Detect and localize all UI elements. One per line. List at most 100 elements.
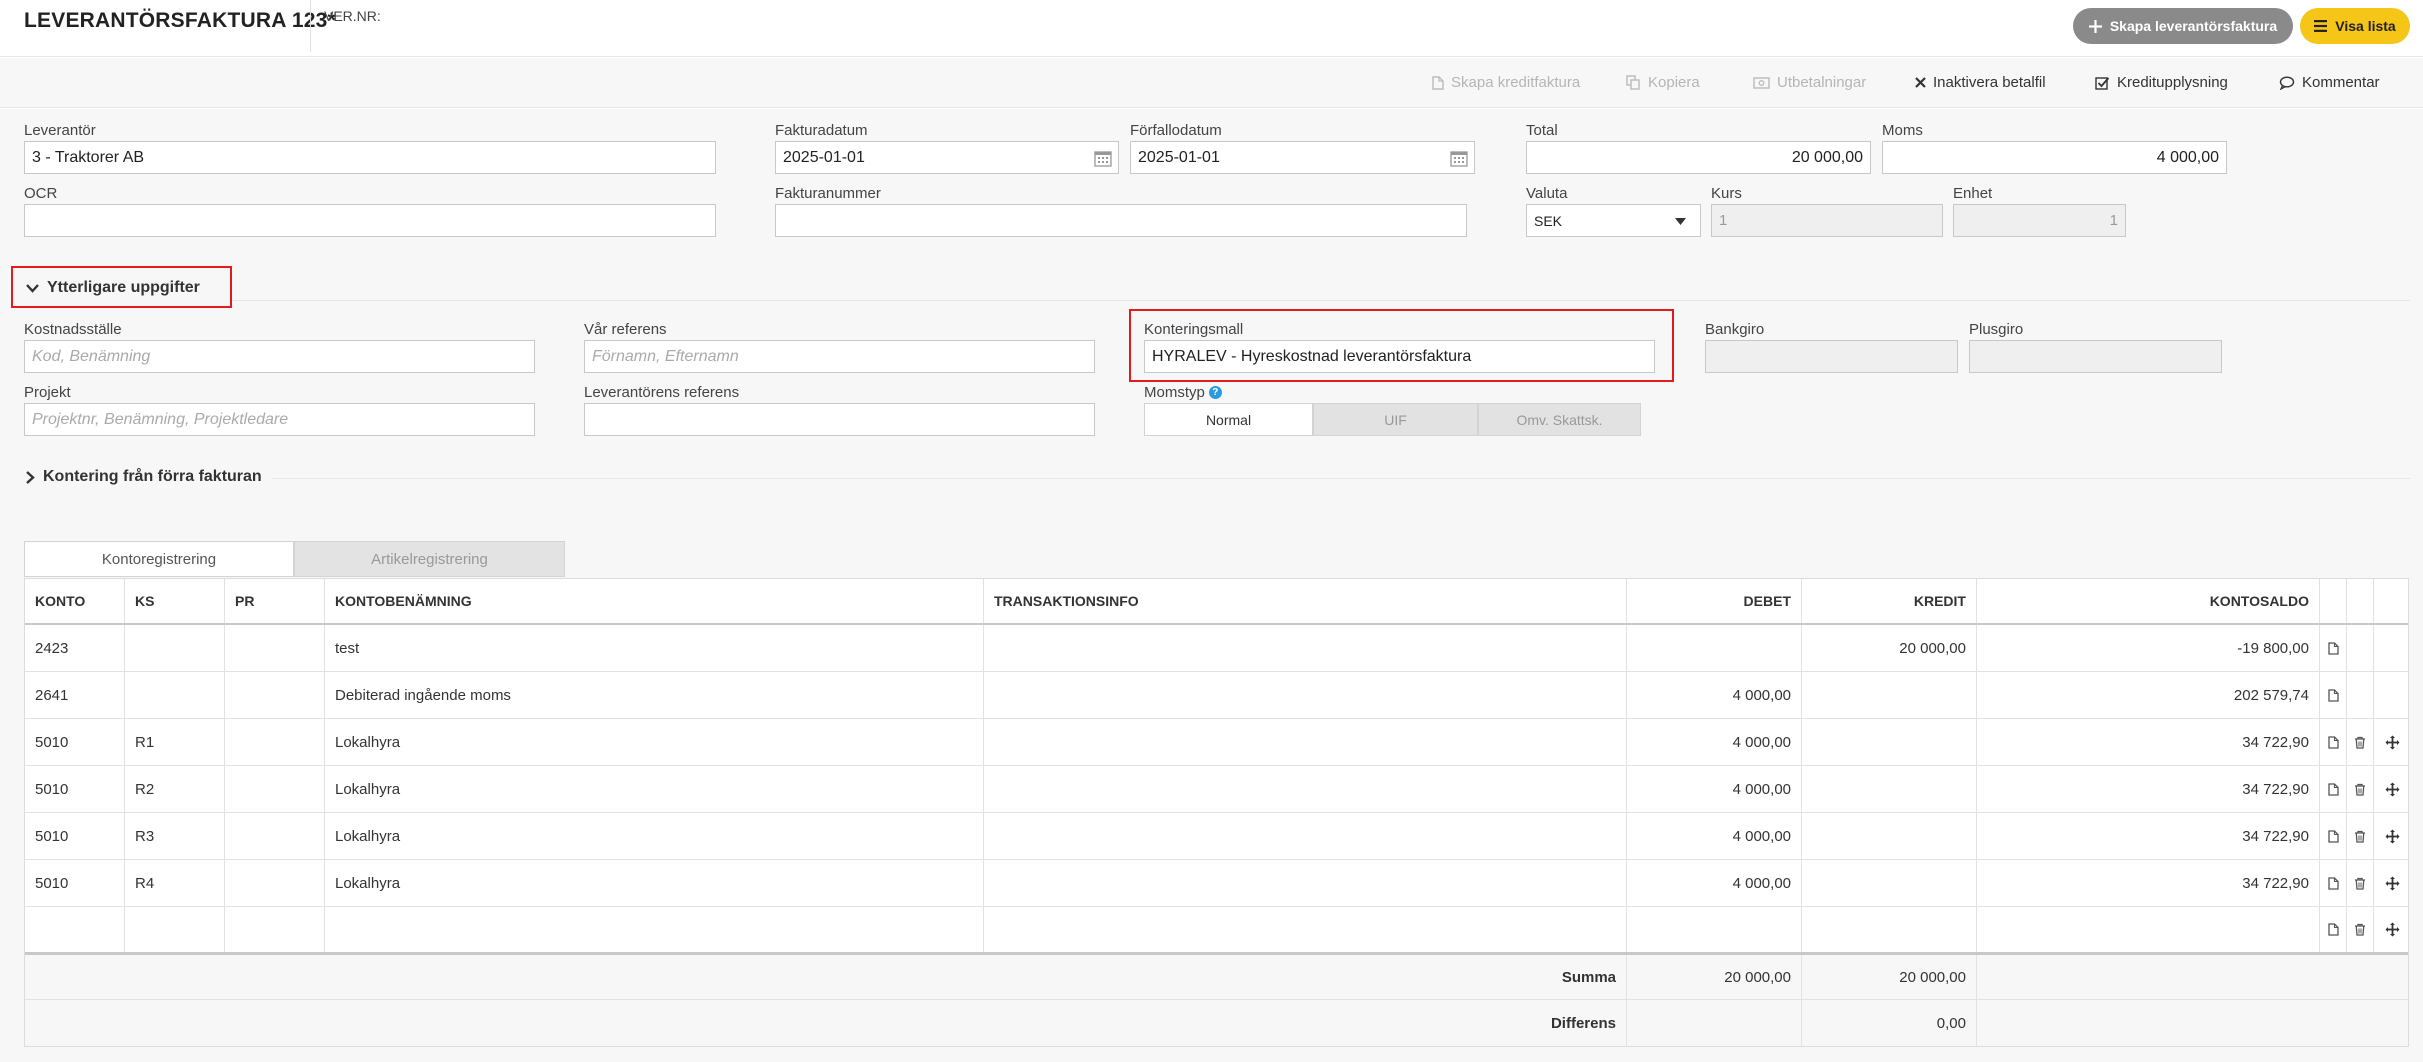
supplier-input[interactable]: 3 - Traktorer AB bbox=[24, 141, 716, 174]
cell-project[interactable] bbox=[225, 625, 325, 671]
row-document-button[interactable] bbox=[2320, 719, 2347, 765]
vat-type-reverse-charge[interactable]: Omv. Skattsk. bbox=[1478, 403, 1641, 436]
cell-transaction-info[interactable] bbox=[984, 813, 1627, 859]
project-input[interactable]: Projektnr, Benämning, Projektledare bbox=[24, 403, 535, 436]
table-row[interactable]: 5010 R4 Lokalhyra 4 000,00 34 722,90 bbox=[25, 860, 2408, 907]
calendar-icon[interactable] bbox=[1450, 149, 1468, 167]
cell-credit[interactable] bbox=[1802, 860, 1977, 906]
posting-template-input[interactable]: HYRALEV - Hyreskostnad leverantörsfaktur… bbox=[1144, 340, 1655, 373]
row-move-handle[interactable] bbox=[2374, 625, 2410, 671]
help-icon[interactable]: ? bbox=[1208, 386, 1222, 399]
cell-debit[interactable] bbox=[1627, 907, 1802, 952]
tab-article-registration[interactable]: Artikelregistrering bbox=[294, 541, 565, 577]
cell-account[interactable]: 2423 bbox=[25, 625, 125, 671]
cell-transaction-info[interactable] bbox=[984, 907, 1627, 952]
cell-project[interactable] bbox=[225, 813, 325, 859]
row-document-button[interactable] bbox=[2320, 766, 2347, 812]
row-delete-button[interactable] bbox=[2347, 625, 2374, 671]
row-delete-button[interactable] bbox=[2347, 766, 2374, 812]
cell-credit[interactable] bbox=[1802, 766, 1977, 812]
cost-center-input[interactable]: Kod, Benämning bbox=[24, 340, 535, 373]
cell-credit[interactable]: 20 000,00 bbox=[1802, 625, 1977, 671]
supplier-reference-input[interactable] bbox=[584, 403, 1095, 436]
cell-account[interactable] bbox=[25, 907, 125, 952]
cell-project[interactable] bbox=[225, 719, 325, 765]
table-row[interactable]: 5010 R2 Lokalhyra 4 000,00 34 722,90 bbox=[25, 766, 2408, 813]
cell-debit[interactable]: 4 000,00 bbox=[1627, 719, 1802, 765]
cell-credit[interactable] bbox=[1802, 813, 1977, 859]
row-delete-button[interactable] bbox=[2347, 907, 2374, 952]
row-move-handle[interactable] bbox=[2374, 813, 2410, 859]
cell-account-name[interactable]: test bbox=[325, 625, 984, 671]
due-date-input[interactable]: 2025-01-01 bbox=[1130, 141, 1475, 174]
cell-cost-center[interactable] bbox=[125, 625, 225, 671]
cell-cost-center[interactable]: R4 bbox=[125, 860, 225, 906]
create-supplier-invoice-button[interactable]: Skapa leverantörsfaktura bbox=[2073, 8, 2293, 44]
cell-cost-center[interactable]: R1 bbox=[125, 719, 225, 765]
credit-check-action[interactable]: Kreditupplysning bbox=[2095, 74, 2228, 91]
cell-cost-center[interactable]: R2 bbox=[125, 766, 225, 812]
create-credit-invoice-action[interactable]: Skapa kreditfaktura bbox=[1432, 74, 1580, 91]
cell-transaction-info[interactable] bbox=[984, 860, 1627, 906]
row-move-handle[interactable] bbox=[2374, 907, 2410, 952]
table-row[interactable] bbox=[25, 907, 2408, 954]
row-delete-button[interactable] bbox=[2347, 719, 2374, 765]
table-row[interactable]: 5010 R3 Lokalhyra 4 000,00 34 722,90 bbox=[25, 813, 2408, 860]
cell-credit[interactable] bbox=[1802, 719, 1977, 765]
vat-type-normal[interactable]: Normal bbox=[1144, 403, 1313, 436]
cell-cost-center[interactable] bbox=[125, 672, 225, 718]
cell-transaction-info[interactable] bbox=[984, 625, 1627, 671]
cell-debit[interactable] bbox=[1627, 625, 1802, 671]
cell-account[interactable]: 5010 bbox=[25, 766, 125, 812]
vat-type-uif[interactable]: UIF bbox=[1313, 403, 1478, 436]
cell-account-name[interactable]: Lokalhyra bbox=[325, 860, 984, 906]
row-move-handle[interactable] bbox=[2374, 719, 2410, 765]
row-document-button[interactable] bbox=[2320, 625, 2347, 671]
row-delete-button[interactable] bbox=[2347, 813, 2374, 859]
cell-debit[interactable]: 4 000,00 bbox=[1627, 672, 1802, 718]
cell-account[interactable]: 5010 bbox=[25, 813, 125, 859]
cell-project[interactable] bbox=[225, 907, 325, 952]
cell-project[interactable] bbox=[225, 766, 325, 812]
copy-action[interactable]: Kopiera bbox=[1626, 74, 1700, 91]
cell-credit[interactable] bbox=[1802, 672, 1977, 718]
invoice-number-input[interactable] bbox=[775, 204, 1467, 237]
deactivate-paymentfile-action[interactable]: Inaktivera betalfil bbox=[1915, 74, 2046, 91]
payments-action[interactable]: Utbetalningar bbox=[1753, 74, 1866, 91]
row-delete-button[interactable] bbox=[2347, 860, 2374, 906]
show-list-button[interactable]: Visa lista bbox=[2300, 8, 2410, 44]
ocr-input[interactable] bbox=[24, 204, 716, 237]
cell-account-name[interactable]: Lokalhyra bbox=[325, 813, 984, 859]
row-document-button[interactable] bbox=[2320, 907, 2347, 952]
cell-debit[interactable]: 4 000,00 bbox=[1627, 813, 1802, 859]
cell-account[interactable]: 5010 bbox=[25, 860, 125, 906]
table-row[interactable]: 2423 test 20 000,00 -19 800,00 bbox=[25, 625, 2408, 672]
cell-transaction-info[interactable] bbox=[984, 719, 1627, 765]
cell-account-name[interactable]: Lokalhyra bbox=[325, 719, 984, 765]
cell-account-name[interactable]: Debiterad ingående moms bbox=[325, 672, 984, 718]
cell-cost-center[interactable] bbox=[125, 907, 225, 952]
tab-account-registration[interactable]: Kontoregistrering bbox=[24, 541, 294, 577]
cell-project[interactable] bbox=[225, 672, 325, 718]
our-reference-input[interactable]: Förnamn, Efternamn bbox=[584, 340, 1095, 373]
cell-project[interactable] bbox=[225, 860, 325, 906]
invoice-date-input[interactable]: 2025-01-01 bbox=[775, 141, 1119, 174]
cell-account-name[interactable] bbox=[325, 907, 984, 952]
row-document-button[interactable] bbox=[2320, 672, 2347, 718]
cell-account-name[interactable]: Lokalhyra bbox=[325, 766, 984, 812]
total-input[interactable]: 20 000,00 bbox=[1526, 141, 1871, 174]
row-document-button[interactable] bbox=[2320, 860, 2347, 906]
row-move-handle[interactable] bbox=[2374, 766, 2410, 812]
extra-details-toggle[interactable]: Ytterligare uppgifter bbox=[26, 279, 200, 297]
table-row[interactable]: 2641 Debiterad ingående moms 4 000,00 202 5… bbox=[25, 672, 2408, 719]
row-move-handle[interactable] bbox=[2374, 860, 2410, 906]
vat-input[interactable]: 4 000,00 bbox=[1882, 141, 2227, 174]
previous-posting-toggle[interactable]: Kontering från förra fakturan bbox=[26, 468, 262, 486]
table-row[interactable]: 5010 R1 Lokalhyra 4 000,00 34 722,90 bbox=[25, 719, 2408, 766]
currency-select[interactable]: SEK bbox=[1526, 204, 1701, 237]
cell-debit[interactable]: 4 000,00 bbox=[1627, 766, 1802, 812]
row-document-button[interactable] bbox=[2320, 813, 2347, 859]
row-delete-button[interactable] bbox=[2347, 672, 2374, 718]
cell-cost-center[interactable]: R3 bbox=[125, 813, 225, 859]
cell-credit[interactable] bbox=[1802, 907, 1977, 952]
